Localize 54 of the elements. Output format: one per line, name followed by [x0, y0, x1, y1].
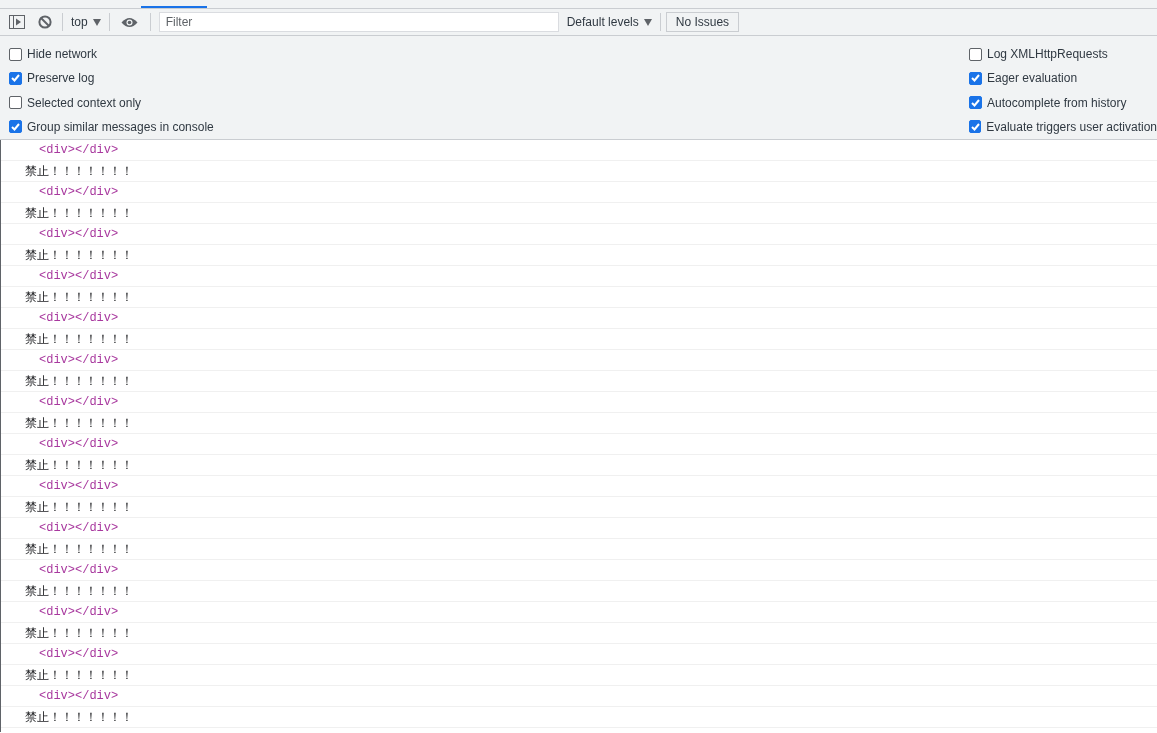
eye-icon[interactable] [120, 16, 138, 28]
element-tag-text: <div></div> [39, 185, 119, 199]
log-message: 禁止！！！！！！！ [25, 666, 133, 684]
checkbox[interactable] [969, 71, 982, 85]
checkbox-label: Group similar messages in console [27, 119, 214, 134]
element-tag-text: <div></div> [39, 521, 119, 535]
caret-icon [92, 18, 101, 26]
checkbox-label: Evaluate triggers user activation [986, 119, 1157, 134]
log-message: 禁止！！！！！！！ [25, 204, 133, 222]
checkbox[interactable] [969, 47, 982, 61]
element-tag-text: <div></div> [39, 647, 119, 661]
log-message: 禁止！！！！！！！ [25, 498, 133, 516]
log-message: 禁止！！！！！！！ [25, 540, 133, 558]
log-message: 禁止！！！！！！！ [25, 582, 133, 600]
checkbox[interactable] [969, 120, 982, 134]
checkbox[interactable] [969, 96, 982, 110]
checkbox-label: Selected context only [27, 95, 142, 110]
log-message: 禁止！！！！！！！ [25, 624, 133, 642]
checkbox[interactable] [9, 96, 22, 110]
element-tag-text: <div></div> [39, 353, 119, 367]
element-tag-text: <div></div> [39, 437, 119, 451]
log-message: 禁止！！！！！！！ [25, 414, 133, 432]
caret-icon [643, 18, 652, 26]
element-tag-text: <div></div> [39, 689, 119, 703]
checkbox[interactable] [9, 120, 22, 134]
element-tag-text: <div></div> [39, 311, 119, 325]
log-message: 禁止！！！！！！！ [25, 372, 133, 390]
checkbox-label: Hide network [27, 47, 98, 62]
log-message: 禁止！！！！！！！ [25, 162, 133, 180]
tab-underline [141, 6, 207, 8]
log-message: 禁止！！！！！！！ [25, 456, 133, 474]
element-tag-text: <div></div> [39, 395, 119, 409]
log-message: 禁止！！！！！！！ [25, 288, 133, 306]
checkbox[interactable] [9, 71, 22, 85]
element-tag-text: <div></div> [39, 269, 119, 283]
checkbox-label: Autocomplete from history [987, 95, 1127, 110]
checkbox-label: Log XMLHttpRequests [987, 47, 1108, 62]
element-tag-text: <div></div> [39, 227, 119, 241]
checkbox-label: Eager evaluation [987, 71, 1078, 86]
element-tag-text: <div></div> [39, 605, 119, 619]
clear-icon[interactable] [38, 15, 52, 29]
levels-dropdown[interactable]: Default levels [566, 15, 652, 29]
log-message: 禁止！！！！！！！ [25, 246, 133, 264]
issues-button[interactable]: No Issues [665, 12, 740, 32]
context-dropdown[interactable]: top [71, 15, 101, 29]
checkbox[interactable] [9, 47, 22, 61]
filter-field[interactable]: Filter [158, 12, 559, 32]
element-tag-text: <div></div> [39, 563, 119, 577]
log-message: 禁止！！！！！！！ [25, 708, 133, 726]
element-tag-text: <div></div> [39, 479, 119, 493]
sidebar-toggle-icon[interactable] [9, 15, 25, 29]
checkbox-label: Preserve log [27, 71, 95, 86]
element-tag-text: <div></div> [39, 143, 119, 157]
log-message: 禁止！！！！！！！ [25, 330, 133, 348]
